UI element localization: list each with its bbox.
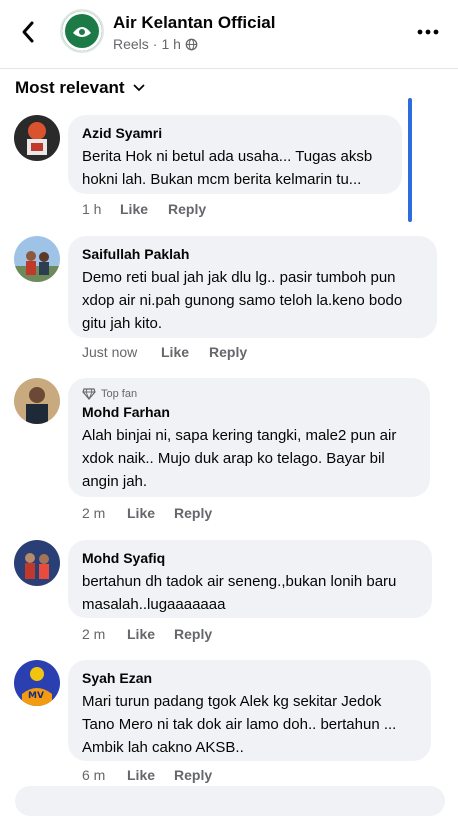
comment-time[interactable]: 1 h: [82, 201, 120, 217]
comment-composer: [0, 786, 458, 816]
comment-actions: 1 h Like Reply: [82, 201, 226, 217]
meta-separator: ·: [152, 36, 158, 52]
like-button[interactable]: Like: [127, 505, 155, 521]
comment-bubble: Azid Syamri Berita Hok ni betul ada usah…: [68, 115, 402, 194]
reply-button[interactable]: Reply: [209, 344, 247, 360]
reply-button[interactable]: Reply: [174, 505, 212, 521]
reply-button[interactable]: Reply: [168, 201, 206, 217]
avatar[interactable]: [14, 236, 60, 282]
commenter-name[interactable]: Syah Ezan: [82, 669, 417, 687]
comment-bubble: Saifullah Paklah Demo reti bual jah jak …: [68, 236, 437, 338]
comment-text: Alah binjai ni, sapa kering tangki, male…: [82, 427, 397, 490]
sort-dropdown[interactable]: Most relevant: [15, 78, 145, 98]
top-fan-badge: Top fan: [82, 387, 416, 401]
page-title[interactable]: Air Kelantan Official: [113, 13, 275, 33]
back-button[interactable]: [14, 18, 42, 46]
like-button[interactable]: Like: [120, 201, 148, 217]
more-dots-icon: [417, 29, 439, 35]
comment-time[interactable]: Just now: [82, 344, 161, 360]
avatar-image: [14, 236, 60, 282]
svg-text:MV: MV: [28, 691, 44, 701]
comment-input[interactable]: [15, 786, 445, 816]
comment-bubble: Top fan Mohd Farhan Alah binjai ni, sapa…: [68, 378, 430, 497]
back-arrow-icon: [22, 21, 34, 43]
comment-actions: Just now Like Reply: [82, 344, 267, 360]
comment-actions: 2 m Like Reply: [82, 626, 232, 642]
avatar[interactable]: MV: [14, 660, 60, 706]
sort-label: Most relevant: [15, 78, 125, 97]
commenter-name[interactable]: Mohd Farhan: [82, 403, 416, 421]
logo-icon: [62, 11, 102, 51]
globe-icon: [185, 38, 198, 50]
commenter-name[interactable]: Mohd Syafiq: [82, 549, 418, 567]
comment-text: bertahun dh tadok air seneng.,bukan loni…: [82, 573, 397, 613]
avatar[interactable]: [14, 378, 60, 424]
avatar[interactable]: [14, 115, 60, 161]
commenter-name[interactable]: Saifullah Paklah: [82, 245, 423, 263]
commenter-name[interactable]: Azid Syamri: [82, 124, 388, 142]
chevron-down-icon: [133, 84, 144, 92]
avatar[interactable]: [14, 540, 60, 586]
comment-text: Berita Hok ni betul ada usaha... Tugas a…: [82, 148, 373, 188]
comment-time[interactable]: 2 m: [82, 505, 127, 521]
avatar-image: [14, 115, 60, 161]
comment-bubble: Syah Ezan Mari turun padang tgok Alek kg…: [68, 660, 431, 761]
avatar-image: [14, 540, 60, 586]
scrollbar-thumb[interactable]: [408, 98, 412, 222]
avatar-image: MV: [14, 660, 60, 706]
comment-bubble: Mohd Syafiq bertahun dh tadok air seneng…: [68, 540, 432, 618]
reply-button[interactable]: Reply: [174, 767, 212, 783]
comment-text: Mari turun padang tgok Alek kg sekitar J…: [82, 693, 397, 756]
like-button[interactable]: Like: [161, 344, 189, 360]
top-bar: Air Kelantan Official Reels · 1 h: [0, 0, 458, 69]
more-options-button[interactable]: [414, 20, 442, 44]
comment-actions: 2 m Like Reply: [82, 505, 232, 521]
comment-text: Demo reti bual jah jak dlu lg.. pasir tu…: [82, 269, 403, 332]
comment-time[interactable]: 6 m: [82, 767, 127, 783]
badge-label: Top fan: [101, 388, 138, 400]
comment-actions: 6 m Like Reply: [82, 767, 232, 783]
comment-time[interactable]: 2 m: [82, 626, 127, 642]
post-time[interactable]: 1 h: [161, 36, 180, 52]
reply-button[interactable]: Reply: [174, 626, 212, 642]
diamond-icon: [82, 388, 96, 400]
page-logo[interactable]: [60, 9, 104, 53]
like-button[interactable]: Like: [127, 767, 155, 783]
post-type: Reels: [113, 36, 149, 52]
post-meta: Reels · 1 h: [113, 36, 198, 52]
avatar-image: [14, 378, 60, 424]
like-button[interactable]: Like: [127, 626, 155, 642]
